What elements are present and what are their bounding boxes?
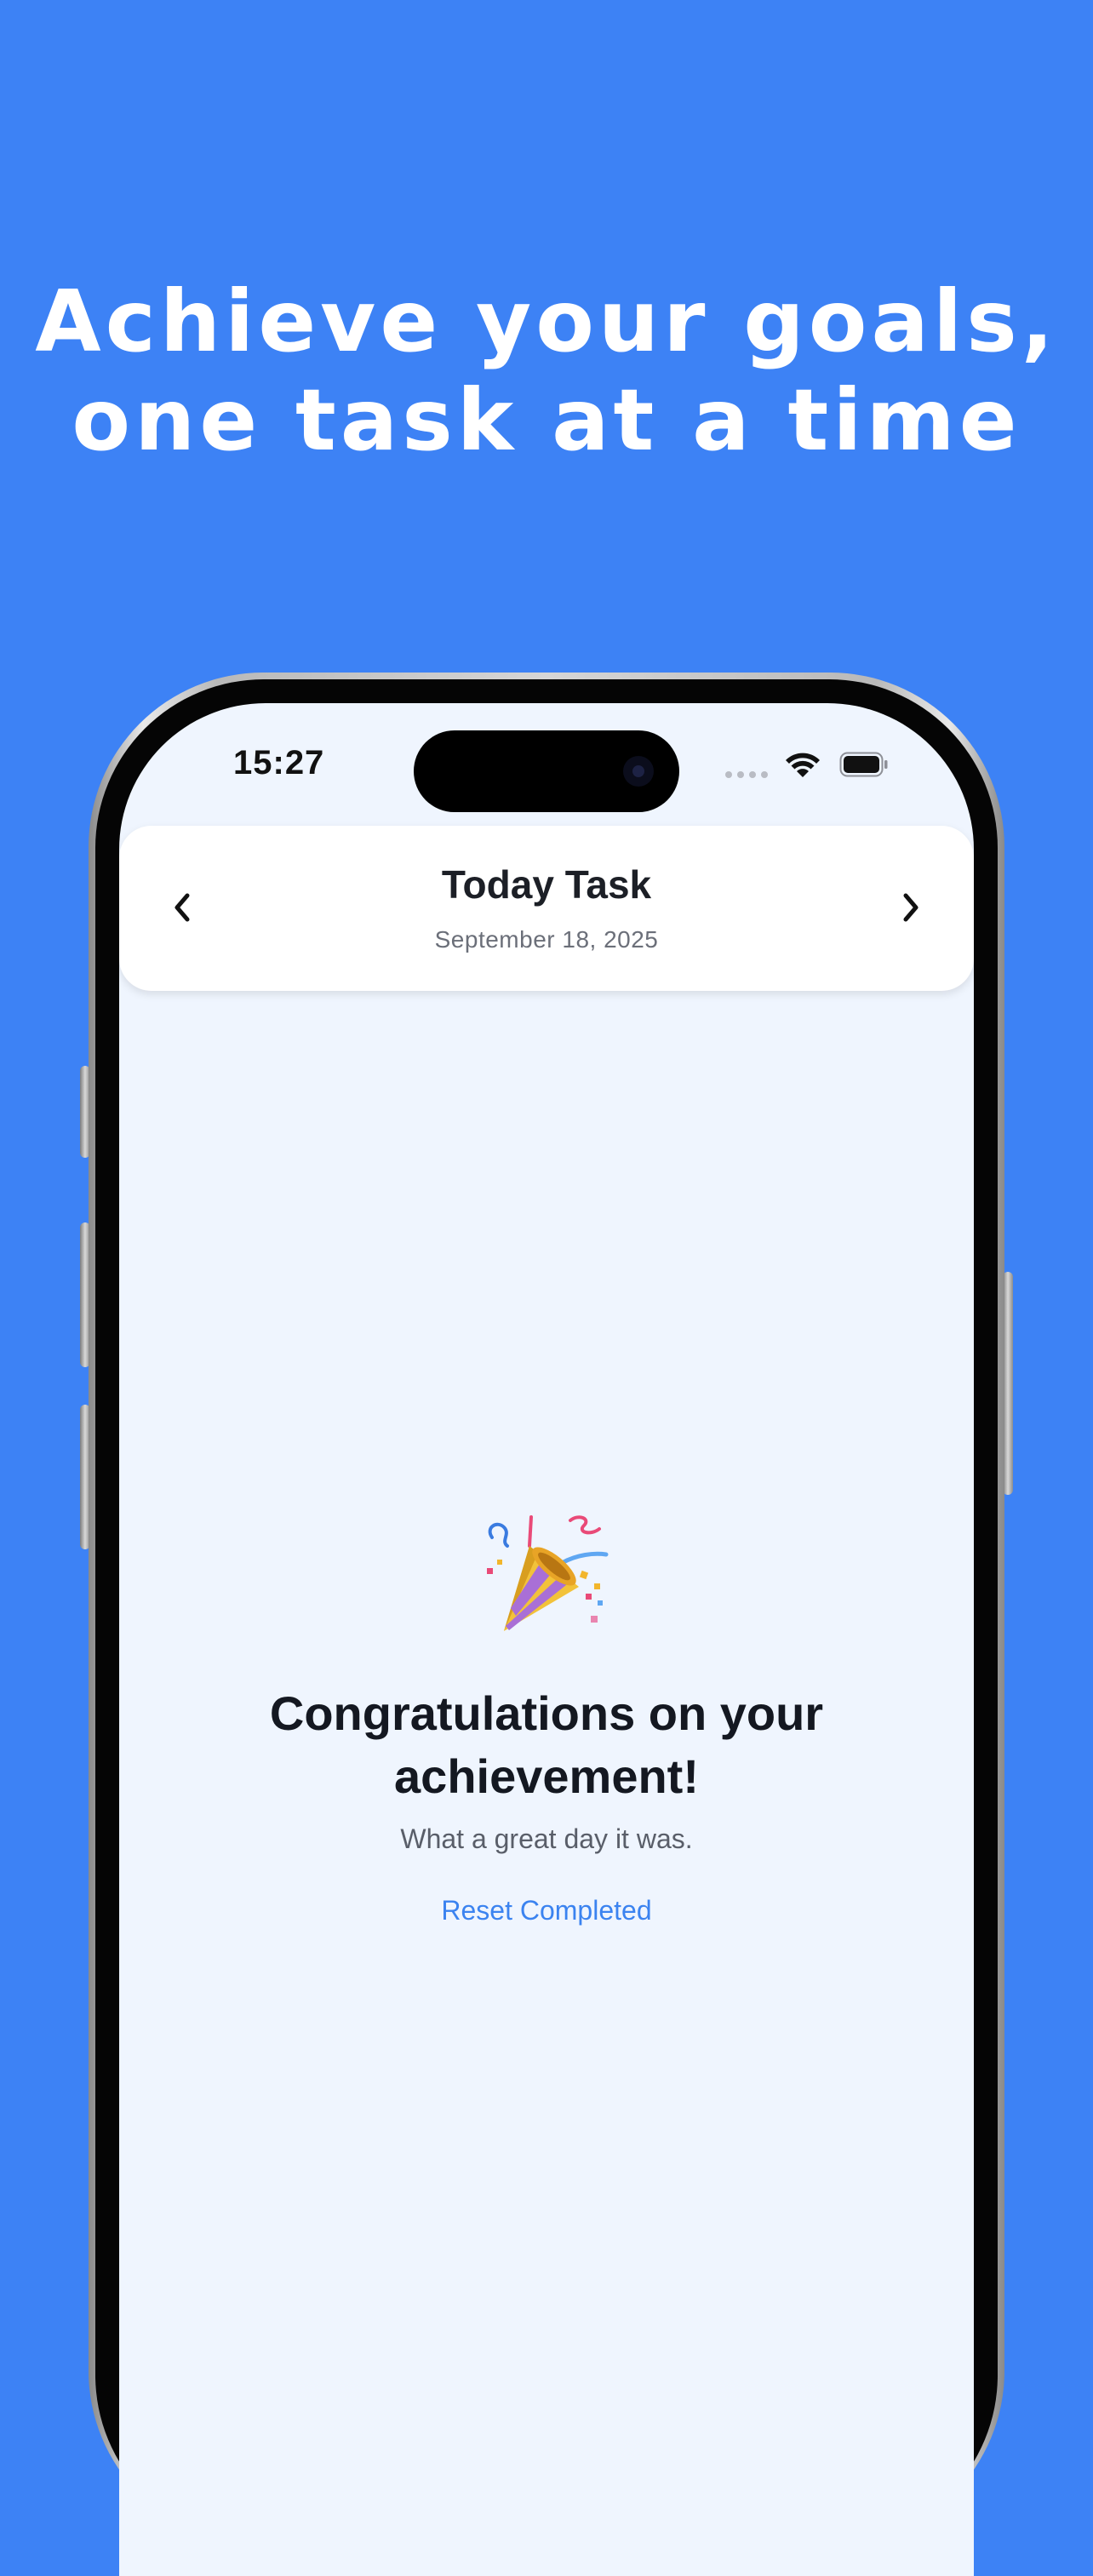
phone-screen: 15:27 Today Task September 18, 2025 Cong… xyxy=(119,703,974,2576)
wifi-icon xyxy=(786,753,820,777)
congratulations-subtitle: What a great day it was. xyxy=(400,1823,693,1854)
front-camera-icon xyxy=(623,756,654,787)
status-bar-time: 15:27 xyxy=(233,744,325,781)
dynamic-island xyxy=(414,730,679,812)
date-header: Today Task September 18, 2025 xyxy=(119,826,974,991)
page-title: Today Task xyxy=(441,862,652,907)
cellular-signal-icon xyxy=(725,771,768,778)
battery-icon xyxy=(839,752,888,777)
congratulations-title: Congratulations on your achievement! xyxy=(269,1686,824,1803)
headline-line-2: one task at a time xyxy=(72,370,1021,470)
marketing-headline: Achieve your goals, one task at a time xyxy=(0,272,1093,470)
next-day-button[interactable] xyxy=(885,882,936,933)
party-popper-icon xyxy=(487,1515,609,1631)
chevron-right-icon xyxy=(903,893,918,922)
reset-completed-button[interactable]: Reset Completed xyxy=(419,1895,674,1926)
headline-line-1: Achieve your goals, xyxy=(35,272,1058,371)
header-date: September 18, 2025 xyxy=(434,926,659,953)
